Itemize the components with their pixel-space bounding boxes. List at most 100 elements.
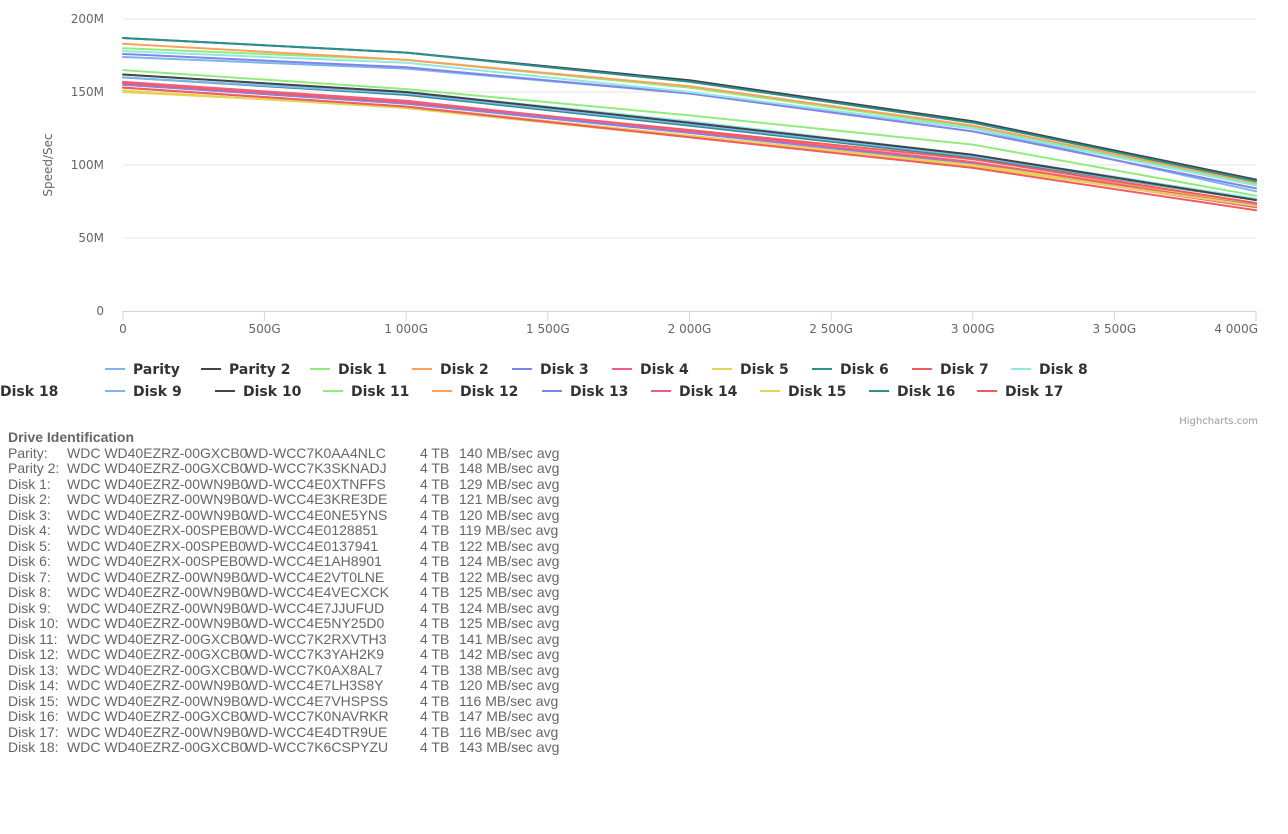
drive-speed: 122 MB/sec avg (459, 537, 560, 554)
drive-speed: 124 MB/sec avg (459, 553, 560, 569)
legend-item-label[interactable]: Disk 10 (243, 384, 302, 400)
legend-item-label[interactable]: Disk 16 (897, 384, 955, 400)
drive-size: 4 TB (420, 553, 450, 569)
drive-size: 4 TB (420, 615, 450, 631)
legend-item-label[interactable]: Disk 4 (640, 362, 689, 378)
drive-serial: WD-WCC7K0AA4NLC (245, 444, 386, 461)
legend-item-label[interactable]: Disk 3 (540, 362, 589, 378)
drive-speed: 119 MB/sec avg (459, 522, 559, 538)
drive-model: WDC WD40EZRZ-00WN9B0 (67, 584, 249, 600)
y-tick-label: 100M (71, 158, 104, 172)
drive-label: Disk 16: (8, 708, 59, 724)
legend-item-label[interactable]: Disk 9 (133, 384, 182, 400)
drive-speed: 129 MB/sec avg (459, 475, 560, 492)
legend-item-label[interactable]: Parity (133, 362, 180, 378)
x-tick-label: 1 000G (384, 322, 428, 336)
legend-item-label[interactable]: Disk 1 (338, 362, 387, 378)
drive-speed: 122 MB/sec avg (459, 568, 560, 585)
drive-speed: 116 MB/sec avg (459, 723, 559, 740)
drive-label: Disk 3: (8, 506, 51, 523)
drive-row: Disk 10: WDC WD40EZRZ-00WN9B0 WD-WCC4E5NY2… (8, 615, 560, 632)
drive-speed: 125 MB/sec avg (459, 615, 560, 631)
drive-size: 4 TB (420, 568, 450, 585)
legend-item-label[interactable]: Disk 18 (0, 384, 58, 400)
drive-size: 4 TB (420, 708, 450, 724)
x-tick-label: 3 500G (1093, 322, 1137, 336)
drive-size: 4 TB (420, 522, 450, 538)
legend-item-label[interactable]: Disk 6 (840, 362, 889, 378)
drive-speed: 124 MB/sec avg (459, 599, 560, 616)
drive-size: 4 TB (420, 506, 450, 523)
drive-label: Disk 10: (8, 615, 59, 631)
drive-speed: 143 MB/sec avg (459, 739, 560, 755)
drive-label: Disk 17: (8, 723, 59, 740)
drive-speed: 121 MB/sec avg (459, 491, 560, 507)
drive-size: 4 TB (420, 677, 450, 693)
legend-item-label[interactable]: Disk 7 (940, 362, 989, 378)
drive-serial: WD-WCC4E2VT0LNE (245, 568, 385, 585)
drive-row: Disk 6: WDC WD40EZRX-00SPEB0 WD-WCC4E1AH89… (8, 553, 560, 570)
drive-row: Disk 17: WDC WD40EZRZ-00WN9B0 WD-WCC4E4DTR… (8, 723, 559, 741)
drive-label: Disk 8: (8, 584, 51, 600)
y-axis-label: Speed/Sec (41, 133, 55, 196)
drive-size: 4 TB (420, 491, 450, 507)
legend-item-label[interactable]: Disk 17 (1005, 384, 1063, 400)
speed-chart: 0 50M 100M 150M 200M 0 500G 1 000G 1 500G 2 000G 2… (0, 0, 1288, 430)
drive-speed: 116 MB/sec avg (459, 692, 559, 709)
drive-label: Disk 13: (8, 661, 59, 678)
drive-row: Disk 14: WDC WD40EZRZ-00WN9B0 WD-WCC4E7LH3… (8, 677, 560, 694)
drive-speed: 120 MB/sec avg (459, 506, 560, 523)
highcharts-credits[interactable]: Highcharts.com (1179, 416, 1258, 427)
drive-speed: 140 MB/sec avg (459, 444, 560, 461)
drive-row: Disk 12: WDC WD40EZRZ-00GXCB0 WD-WCC7K3YAH… (8, 646, 559, 663)
drive-serial: WD-WCC4E7JJUFUD (245, 599, 385, 616)
drive-serial: WD-WCC7K0AX8AL7 (245, 661, 383, 678)
drive-label: Disk 11: (8, 630, 58, 647)
x-tick-label: 2 000G (668, 322, 712, 336)
drive-serial: WD-WCC4E0128851 (245, 522, 379, 538)
drive-serial: WD-WCC4E4DTR9UE (245, 723, 388, 740)
drive-serial: WD-WCC4E0XTNFFS (245, 475, 386, 492)
drive-row: Parity: WDC WD40EZRZ-00GXCB0 WD-WCC7K0AA4N… (8, 444, 560, 462)
x-tick-label: 0 (119, 322, 127, 336)
drive-serial: WD-WCC4E0NE5YNS (245, 506, 388, 523)
drive-model: WDC WD40EZRZ-00GXCB0 (67, 739, 248, 755)
drive-size: 4 TB (420, 584, 450, 600)
legend-item-label[interactable]: Disk 12 (460, 384, 518, 400)
drive-speed: 120 MB/sec avg (459, 677, 560, 693)
drive-serial: WD-WCC4E1AH8901 (245, 553, 382, 569)
drive-identification: Drive Identification Parity: WDC WD40EZRZ… (8, 429, 560, 756)
drive-serial: WD-WCC4E5NY25D0 (245, 615, 385, 631)
drive-row: Disk 13: WDC WD40EZRZ-00GXCB0 WD-WCC7K0AX8… (8, 661, 559, 679)
drive-size: 4 TB (420, 646, 450, 662)
x-tick-label: 4 000G (1214, 322, 1258, 336)
drive-model: WDC WD40EZRZ-00WN9B0 (67, 692, 249, 709)
drive-row: Disk 2: WDC WD40EZRZ-00WN9B0 WD-WCC4E3KRE3… (8, 491, 560, 508)
series-line-disk-16[interactable] (122, 37, 1257, 183)
drive-row: Disk 18: WDC WD40EZRZ-00GXCB0 WD-WCC7K6CSP… (8, 739, 560, 756)
legend-item-label[interactable]: Disk 15 (788, 384, 846, 400)
drive-list: Parity: WDC WD40EZRZ-00GXCB0 WD-WCC7K0AA4N… (8, 444, 560, 756)
legend-item-label[interactable]: Disk 5 (740, 362, 789, 378)
series-line-parity-2[interactable] (122, 37, 1257, 181)
drive-model: WDC WD40EZRZ-00WN9B0 (67, 615, 249, 631)
drive-model: WDC WD40EZRZ-00GXCB0 (67, 646, 248, 662)
drive-size: 4 TB (420, 723, 450, 740)
legend-item-label[interactable]: Disk 14 (679, 384, 738, 400)
legend-item-label[interactable]: Disk 8 (1039, 362, 1088, 378)
drive-row: Parity 2: WDC WD40EZRZ-00GXCB0 WD-WCC7K3SK… (8, 460, 559, 477)
drive-speed: 147 MB/sec avg (459, 708, 560, 724)
drive-model: WDC WD40EZRZ-00WN9B0 (67, 723, 249, 740)
drive-speed: 141 MB/sec avg (459, 630, 560, 647)
legend-item-label[interactable]: Parity 2 (229, 362, 290, 378)
legend-item-label[interactable]: Disk 13 (570, 384, 628, 400)
drive-size: 4 TB (420, 475, 450, 492)
legend-item-label[interactable]: Disk 11 (351, 384, 409, 400)
drive-label: Disk 9: (8, 599, 51, 616)
drive-row: Disk 8: WDC WD40EZRZ-00WN9B0 WD-WCC4E4VECX… (8, 584, 559, 601)
drive-label: Parity 2: (8, 460, 60, 476)
legend-item-label[interactable]: Disk 2 (440, 362, 489, 378)
drive-serial: WD-WCC7K3YAH2K9 (245, 646, 384, 662)
drive-serial: WD-WCC7K0NAVRKR (245, 708, 389, 724)
drive-size: 4 TB (420, 460, 450, 476)
